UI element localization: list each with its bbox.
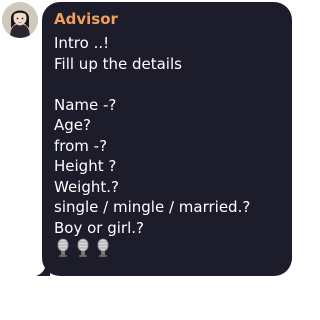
message-line: Fill up the details — [54, 54, 182, 73]
sender-avatar[interactable] — [2, 2, 38, 38]
message-line: Name -? — [54, 95, 117, 114]
sender-name[interactable]: Advisor — [54, 10, 282, 29]
message-line: Weight.? — [54, 177, 119, 196]
message-line: Intro ..! — [54, 34, 110, 52]
message-line-blank — [54, 74, 282, 95]
message-line: Boy or girl.? — [54, 218, 144, 237]
message-line: Age? — [54, 116, 91, 134]
microphone-emoji-icon — [57, 238, 69, 258]
microphone-emoji-icon — [77, 238, 89, 258]
microphone-emoji-icon — [97, 238, 109, 258]
emoji-row — [54, 238, 282, 259]
message-line: from -? — [54, 136, 108, 155]
message-line: Height ? — [54, 157, 117, 175]
message-bubble[interactable]: Advisor Intro ..! Fill up the details Na… — [42, 2, 292, 276]
message-line: single / mingle / married.? — [54, 198, 251, 216]
anime-character-avatar-icon — [2, 2, 38, 38]
